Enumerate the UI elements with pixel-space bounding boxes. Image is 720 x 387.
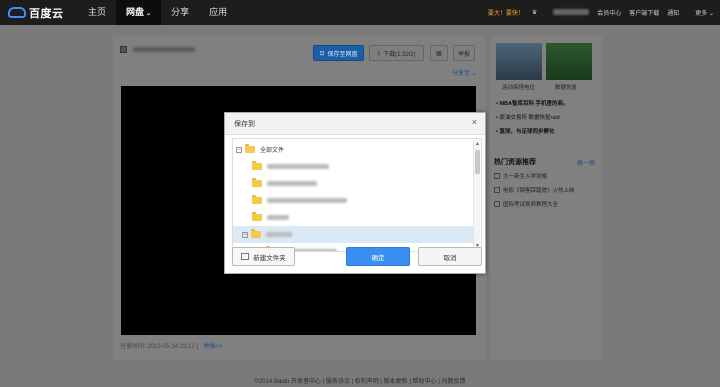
folder-icon [252,178,262,187]
video-file-icon [120,46,127,53]
tree-folder[interactable] [252,192,481,209]
ad-image-data-recovery[interactable] [546,43,592,80]
top-bar: 百度云 主页 网盘 ⌄ 分享 应用 要大！要快！ ♛ 会员中心 客户端下载 通知 … [0,0,720,25]
username[interactable] [545,8,590,17]
nav-share[interactable]: 分享 [161,0,199,25]
scroll-thumb[interactable] [475,150,480,174]
client-download-link[interactable]: 客户端下载 [629,8,659,17]
tree-folder-selected[interactable]: − [233,226,473,243]
user-nav: 要大！要快！ ♛ 会员中心 客户端下载 通知 更多 ⌄ [480,0,714,25]
report-button[interactable]: 举报 [453,45,475,61]
notifications-link[interactable]: 通知 [667,8,679,17]
hot-item[interactable]: 电影《钢客踩踏驶》火热上映 [494,186,575,194]
folder-icon [252,212,262,221]
dialog-title: 保存到 [234,121,255,128]
collapse-icon[interactable]: − [236,146,242,153]
new-folder-button[interactable]: 新建文件夹 [232,247,295,266]
checkbox-icon [494,173,500,179]
cancel-button[interactable]: 取消 [418,247,482,266]
confirm-button[interactable]: 确定 [346,247,410,266]
hot-resources-title: 热门资源推荐 [494,159,536,166]
ad-image-sports[interactable] [496,43,542,80]
folder-icon [251,229,261,238]
checkbox-icon [494,201,500,207]
tree-root[interactable]: − 全部文件 [236,141,476,158]
save-icon: ⊡ [319,50,325,57]
close-icon[interactable]: × [472,117,477,127]
member-center-link[interactable]: 会员中心 [597,8,621,17]
download-icon: ⤓ [377,49,381,56]
collapse-icon[interactable]: − [242,231,248,238]
dialog-header: 保存到 × [225,113,485,135]
chevron-down-icon: ⌄ [146,11,152,17]
download-button[interactable]: ⤓ 下载(1.32G) [369,45,424,61]
hot-item[interactable]: 国际考试视频教程大全 [494,200,558,208]
vip-promo-link[interactable]: 要大！要快！ [488,8,524,17]
hot-item[interactable]: 大一新生入学攻略 [494,172,547,180]
ad-caption[interactable]: 运动搞怪电位 [502,83,535,91]
qr-icon: ▦ [436,50,442,57]
ad-link[interactable]: • MBA智库百科 手机里的商。 [496,99,569,107]
baidu-cloud-logo[interactable]: 百度云 [8,5,64,20]
tree-folder[interactable] [252,175,481,192]
folder-icon [245,144,255,153]
qr-code-button[interactable]: ▦ [430,45,448,61]
save-to-disk-button[interactable]: ⊡ 保存至网盘 [313,45,364,61]
scroll-up-icon[interactable]: ▲ [474,141,481,147]
nav-apps[interactable]: 应用 [199,0,237,25]
file-title-row [120,46,195,53]
tree-folder[interactable] [252,158,481,175]
crown-icon: ♛ [531,10,538,16]
save-to-dialog: 保存到 × − 全部文件 − ▲ ▼ 新建文件夹 确定 取消 [224,112,486,274]
share-to-menu[interactable]: 分享至 ⌄ [452,68,477,77]
nav-home[interactable]: 主页 [78,0,116,25]
ad-block: 运动搞怪电位 数据恢复 • MBA智库百科 手机里的商。 • 原油交易所 数据恢… [496,43,592,139]
more-link[interactable]: 更多 ⌄ [687,8,714,17]
ad-link[interactable]: • 篮球，与足球同步孵化 [496,127,554,135]
refresh-link[interactable]: 换一换 [577,158,595,167]
folder-icon [252,161,262,170]
checkbox-icon [494,187,500,193]
footer: ©2014 Baidu 开发者中心 | 服务协议 | 权利声明 | 版本更新 |… [254,379,466,385]
tree-scrollbar[interactable]: ▲ ▼ [473,140,480,250]
folder-icon [252,195,262,204]
main-nav: 主页 网盘 ⌄ 分享 应用 [78,0,237,25]
share-time-row: 分享时间: 2015-05-14 23:12 | 举报>> [120,344,223,350]
ad-caption[interactable]: 数据恢复 [555,83,577,91]
file-name [133,47,195,52]
folder-tree[interactable]: − 全部文件 − ▲ ▼ [232,138,482,252]
nav-netdisk[interactable]: 网盘 ⌄ [116,0,162,25]
ad-link[interactable]: • 原油交易所 数据恢复raid [496,113,560,121]
tree-folder[interactable] [252,209,481,226]
new-folder-icon [241,253,250,260]
report-link[interactable]: 举报>> [204,344,223,350]
cloud-icon [8,7,26,18]
